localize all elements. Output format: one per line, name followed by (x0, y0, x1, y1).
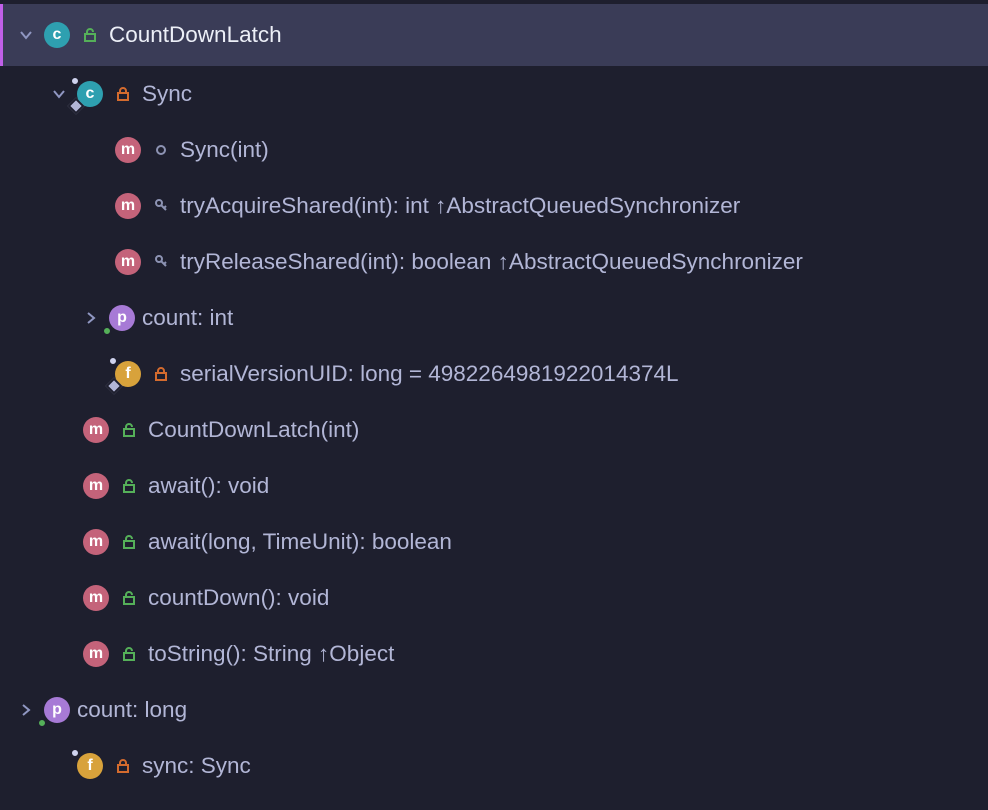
chevron-down-icon (48, 83, 70, 105)
lock-open-icon (118, 587, 140, 609)
lock-open-icon (118, 419, 140, 441)
method-label: CountDownLatch(int) (148, 417, 359, 443)
method-icon: m (80, 470, 112, 502)
property-label: count: long (77, 697, 187, 723)
method-label: await(long, TimeUnit): boolean (148, 529, 452, 555)
lock-open-icon (118, 475, 140, 497)
method-await-timeout[interactable]: m await(long, TimeUnit): boolean (0, 514, 988, 570)
method-sync-constructor[interactable]: m Sync(int) (0, 122, 988, 178)
method-icon: m (80, 414, 112, 446)
chevron-right-icon (80, 307, 102, 329)
method-countdownlatch-constructor[interactable]: m CountDownLatch(int) (0, 402, 988, 458)
key-icon (150, 251, 172, 273)
class-name-label: CountDownLatch (109, 22, 282, 48)
chevron-right-icon (15, 699, 37, 721)
class-icon: c (74, 78, 106, 110)
method-icon: m (80, 582, 112, 614)
method-label: countDown(): void (148, 585, 329, 611)
property-count[interactable]: p count: long (0, 682, 988, 738)
lock-closed-icon (112, 755, 134, 777)
field-label: sync: Sync (142, 753, 251, 779)
method-icon: m (80, 638, 112, 670)
lock-open-icon (79, 24, 101, 46)
package-visibility-icon (150, 139, 172, 161)
key-icon (150, 195, 172, 217)
sync-class-label: Sync (142, 81, 192, 107)
method-label: tryAcquireShared(int): int ↑AbstractQueu… (180, 193, 740, 219)
field-icon: f (112, 358, 144, 390)
method-icon: m (112, 134, 144, 166)
method-await-void[interactable]: m await(): void (0, 458, 988, 514)
method-icon: m (112, 246, 144, 278)
property-icon: p (41, 694, 73, 726)
lock-open-icon (118, 643, 140, 665)
method-countdown[interactable]: m countDown(): void (0, 570, 988, 626)
class-sync[interactable]: c Sync (0, 66, 988, 122)
property-icon: p (106, 302, 138, 334)
field-icon: f (74, 750, 106, 782)
lock-closed-icon (112, 83, 134, 105)
method-label: tryReleaseShared(int): boolean ↑Abstract… (180, 249, 803, 275)
method-label: toString(): String ↑Object (148, 641, 394, 667)
field-label: serialVersionUID: long = 498226498192201… (180, 361, 679, 387)
lock-closed-icon (150, 363, 172, 385)
chevron-down-icon (15, 24, 37, 46)
field-sync[interactable]: f sync: Sync (0, 738, 988, 794)
method-tostring[interactable]: m toString(): String ↑Object (0, 626, 988, 682)
method-label: await(): void (148, 473, 269, 499)
field-serial-version-uid[interactable]: f serialVersionUID: long = 4982264981922… (0, 346, 988, 402)
method-try-acquire-shared[interactable]: m tryAcquireShared(int): int ↑AbstractQu… (0, 178, 988, 234)
property-label: count: int (142, 305, 233, 331)
class-icon: c (41, 19, 73, 51)
class-countdownlatch[interactable]: c CountDownLatch (0, 4, 988, 66)
lock-open-icon (118, 531, 140, 553)
method-label: Sync(int) (180, 137, 269, 163)
method-icon: m (112, 190, 144, 222)
method-try-release-shared[interactable]: m tryReleaseShared(int): boolean ↑Abstra… (0, 234, 988, 290)
property-sync-count[interactable]: p count: int (0, 290, 988, 346)
method-icon: m (80, 526, 112, 558)
